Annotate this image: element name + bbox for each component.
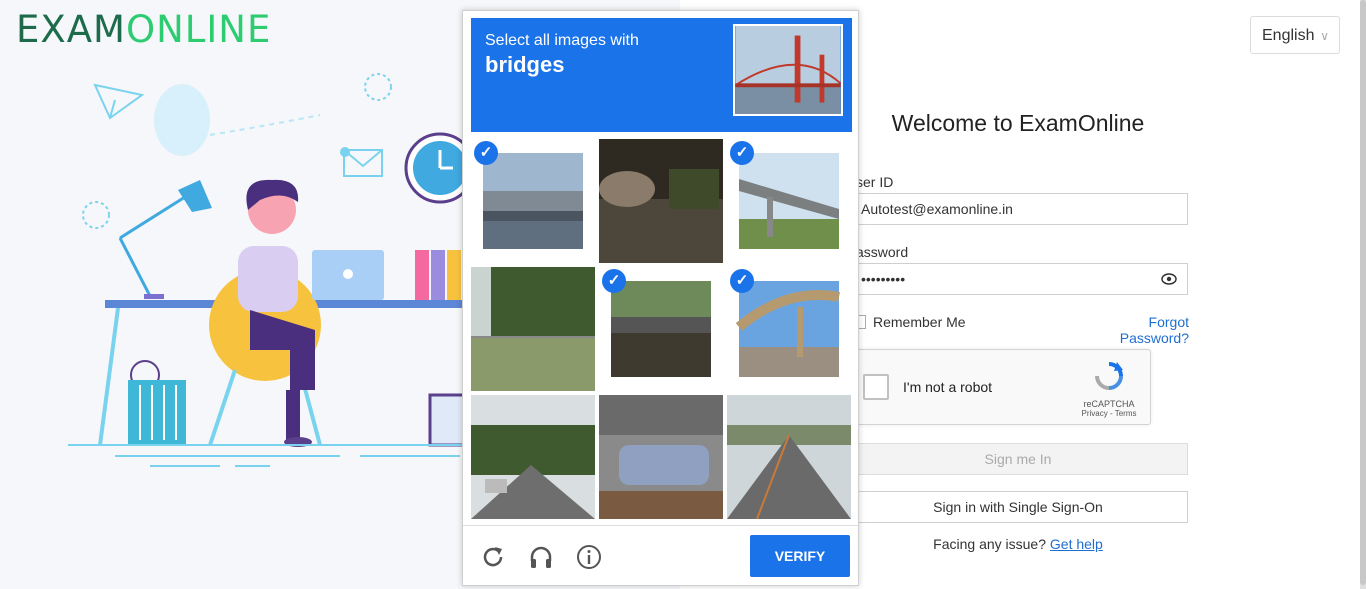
recaptcha-logo: reCAPTCHA Privacy - Terms: [1079, 360, 1139, 418]
captcha-tile-9[interactable]: [727, 395, 851, 519]
recaptcha-label: I'm not a robot: [903, 379, 993, 395]
captcha-instruction: Select all images with: [485, 32, 639, 49]
verify-button[interactable]: VERIFY: [750, 535, 850, 577]
recaptcha-brand: reCAPTCHA: [1083, 399, 1135, 409]
check-icon: ✓: [474, 141, 498, 165]
info-icon[interactable]: [575, 543, 603, 571]
sign-in-button[interactable]: Sign me In: [848, 443, 1188, 475]
captcha-footer-divider: [463, 525, 858, 526]
captcha-header: Select all images with bridges: [471, 18, 852, 132]
examonline-logo: EXAMONLINE: [16, 8, 272, 51]
captcha-tile-1[interactable]: ✓: [471, 139, 595, 263]
recaptcha-icon: [1095, 362, 1123, 390]
eye-icon[interactable]: [1161, 272, 1177, 286]
recaptcha-checkbox[interactable]: [863, 374, 889, 400]
check-icon: ✓: [602, 269, 626, 293]
language-select[interactable]: English ∨: [1250, 16, 1340, 54]
captcha-challenge: Select all images with bridges ✓ ✓ ✓ ✓ V…: [462, 10, 859, 586]
page-title: Welcome to ExamOnline: [891, 110, 1145, 136]
captcha-tile-2[interactable]: [599, 139, 723, 263]
remember-me-label: Remember Me: [873, 314, 966, 330]
captcha-tile-7[interactable]: [471, 395, 595, 519]
check-icon: ✓: [730, 269, 754, 293]
get-help-link[interactable]: Get help: [1050, 536, 1103, 552]
captcha-tile-3[interactable]: ✓: [727, 139, 851, 263]
user-id-input[interactable]: Autotest@examonline.in: [848, 193, 1188, 225]
audio-icon[interactable]: [527, 543, 555, 571]
captcha-tile-6[interactable]: ✓: [727, 267, 851, 391]
scrollbar-thumb[interactable]: [1360, 0, 1366, 585]
sso-button[interactable]: Sign in with Single Sign-On: [848, 491, 1188, 523]
password-input[interactable]: •••••••••: [848, 263, 1188, 295]
captcha-target: bridges: [485, 52, 565, 77]
captcha-tile-4[interactable]: [471, 267, 595, 391]
forgot-password-link[interactable]: Forgot Password?: [1079, 314, 1189, 346]
help-line: Facing any issue? Get help: [933, 536, 1103, 552]
reload-icon[interactable]: [479, 543, 507, 571]
recaptcha-terms[interactable]: Privacy - Terms: [1079, 409, 1139, 418]
chevron-down-icon: ∨: [1320, 29, 1329, 43]
scrollbar[interactable]: [1360, 0, 1366, 589]
user-id-label: ser ID: [856, 174, 894, 190]
password-label: assword: [856, 244, 909, 260]
captcha-tile-5[interactable]: ✓: [599, 267, 723, 391]
check-icon: ✓: [730, 141, 754, 165]
recaptcha-widget: I'm not a robot reCAPTCHA Privacy - Term…: [848, 349, 1151, 425]
captcha-tile-8[interactable]: [599, 395, 723, 519]
captcha-sample-image: [733, 24, 843, 116]
